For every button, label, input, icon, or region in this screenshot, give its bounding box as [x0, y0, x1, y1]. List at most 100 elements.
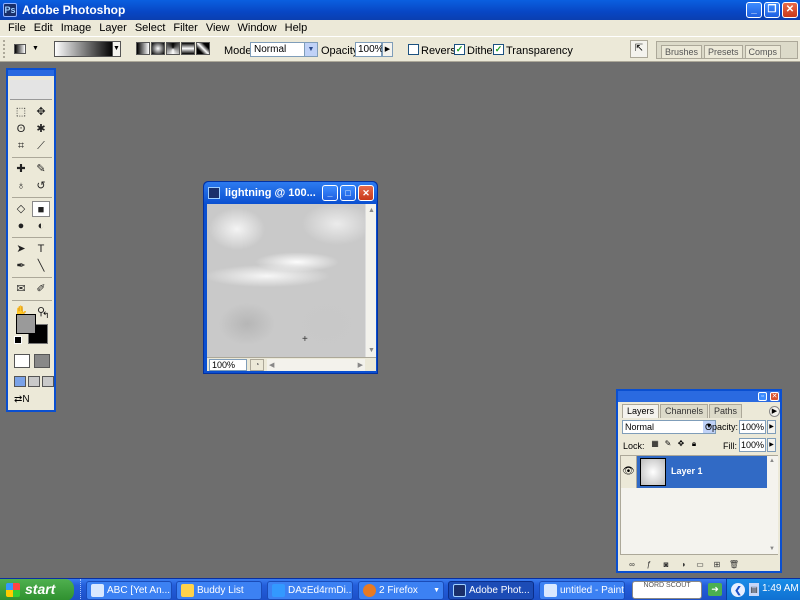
- menu-window[interactable]: Window: [234, 22, 281, 34]
- image-canvas[interactable]: +: [207, 204, 365, 357]
- quick-mask-button[interactable]: [34, 354, 50, 368]
- layer-blend-mode-select[interactable]: Normal ▼: [622, 420, 716, 434]
- add-mask-icon[interactable]: ◙: [660, 559, 672, 570]
- tab-layers[interactable]: Layers: [622, 404, 660, 418]
- standard-mode-button[interactable]: [14, 354, 30, 368]
- palette-well-tab-brushes[interactable]: Brushes: [661, 45, 703, 58]
- options-bar-grip[interactable]: [3, 40, 6, 58]
- tab-channels[interactable]: Channels: [660, 404, 709, 418]
- lock-position-icon[interactable]: ✥: [676, 439, 686, 449]
- document-minimize-button[interactable]: _: [322, 185, 338, 201]
- eraser-tool-icon[interactable]: ◇: [12, 201, 30, 217]
- dodge-tool-icon[interactable]: ◐: [32, 218, 50, 234]
- taskbar-button-abc[interactable]: ABC [Yet An...: [86, 581, 172, 600]
- gradient-picker-dropdown[interactable]: ▼: [112, 41, 121, 57]
- go-arrow-icon[interactable]: ➜: [708, 583, 722, 596]
- status-info-button[interactable]: ◔: [250, 359, 264, 371]
- scroll-right-icon[interactable]: ▶: [358, 361, 363, 369]
- dither-checkbox[interactable]: ✓: [454, 44, 465, 55]
- fill-slider-button[interactable]: ▶: [767, 438, 776, 452]
- jump-to-imageready-button[interactable]: ⇄N: [14, 394, 50, 408]
- app-titlebar[interactable]: Ps Adobe Photoshop _ ❐ ✕: [0, 0, 800, 20]
- file-browser-button[interactable]: ⇱: [630, 40, 648, 58]
- palette-well-tab-comps[interactable]: Comps: [744, 45, 782, 58]
- full-screen-menu-mode-button[interactable]: [28, 376, 40, 387]
- clone-stamp-tool-icon[interactable]: ♁: [12, 178, 30, 194]
- reverse-checkbox[interactable]: [408, 44, 419, 55]
- new-layer-icon[interactable]: ⊞: [711, 559, 723, 570]
- full-screen-mode-button[interactable]: [42, 376, 54, 387]
- menu-view[interactable]: View: [202, 22, 234, 34]
- toolbox-titlebar[interactable]: [8, 70, 54, 76]
- move-tool-icon[interactable]: ✥: [32, 104, 50, 120]
- delete-layer-icon[interactable]: 🗑︎: [728, 559, 740, 570]
- taskbar-button-photoshop[interactable]: Adobe Phot...: [448, 581, 534, 600]
- palette-well-tab-presets[interactable]: Presets: [704, 45, 743, 58]
- diamond-gradient-button[interactable]: [196, 42, 210, 55]
- eyedropper-tool-icon[interactable]: ✐: [32, 281, 50, 297]
- gradient-tool-icon[interactable]: ■: [32, 201, 50, 217]
- restore-button[interactable]: ❐: [764, 2, 780, 18]
- scroll-left-icon[interactable]: ◀: [269, 361, 274, 369]
- opacity-slider-button[interactable]: ▶: [382, 42, 393, 57]
- nord-scout-toolbar-logo[interactable]: NORD SCOUT: [632, 581, 702, 599]
- pen-tool-icon[interactable]: ✒: [12, 258, 30, 274]
- history-brush-tool-icon[interactable]: ↺: [32, 178, 50, 194]
- document-vertical-scrollbar[interactable]: ▲ ▼: [365, 204, 376, 357]
- taskbar-button-buddy-list[interactable]: Buddy List: [176, 581, 262, 600]
- new-group-icon[interactable]: ▭: [694, 559, 706, 570]
- mode-select[interactable]: Normal ▼: [250, 42, 318, 57]
- reflected-gradient-button[interactable]: [181, 42, 195, 55]
- menu-layer[interactable]: Layer: [95, 22, 131, 34]
- tray-app-icon[interactable]: ▤: [749, 583, 759, 596]
- standard-screen-mode-button[interactable]: [14, 376, 26, 387]
- swap-colors-icon[interactable]: ↰: [42, 310, 50, 321]
- layer-style-icon[interactable]: ƒ: [643, 559, 655, 570]
- fill-input[interactable]: 100%: [739, 438, 766, 452]
- lasso-tool-icon[interactable]: ʘ: [12, 121, 30, 137]
- radial-gradient-button[interactable]: [151, 42, 165, 55]
- default-colors-icon[interactable]: [14, 336, 22, 344]
- healing-brush-tool-icon[interactable]: ✚: [12, 161, 30, 177]
- linear-gradient-button[interactable]: [136, 42, 150, 55]
- link-layers-icon[interactable]: ∞: [626, 559, 638, 570]
- document-horizontal-scrollbar[interactable]: ◀ ▶: [267, 359, 365, 371]
- path-selection-tool-icon[interactable]: ➤: [12, 241, 30, 257]
- magic-wand-tool-icon[interactable]: ✱: [32, 121, 50, 137]
- layer-opacity-input[interactable]: 100%: [739, 420, 766, 434]
- scroll-up-icon[interactable]: ▲: [367, 206, 376, 215]
- tab-paths[interactable]: Paths: [709, 404, 743, 418]
- opacity-input[interactable]: 100%: [355, 42, 384, 57]
- start-button[interactable]: start: [0, 579, 74, 600]
- adjustment-layer-icon[interactable]: ◑: [677, 559, 689, 570]
- show-hidden-icons-icon[interactable]: ❮: [731, 583, 745, 597]
- scroll-down-icon[interactable]: ▼: [367, 346, 376, 355]
- zoom-field[interactable]: 100%: [209, 359, 247, 371]
- layer-row[interactable]: 👁︎ Layer 1: [621, 456, 767, 488]
- adobe-online-feather-icon[interactable]: [10, 80, 52, 100]
- palette-minimize-button[interactable]: ▫: [758, 392, 767, 401]
- tool-preset-picker[interactable]: ▼: [12, 41, 44, 58]
- photoshop-app-icon[interactable]: Ps: [3, 3, 17, 17]
- gradient-editor-swatch[interactable]: [54, 41, 114, 57]
- blur-tool-icon[interactable]: ●: [12, 218, 30, 234]
- scroll-up-icon[interactable]: ▲: [769, 458, 775, 464]
- menu-edit[interactable]: Edit: [30, 22, 57, 34]
- layers-palette-titlebar[interactable]: ▫ ✕: [618, 391, 780, 402]
- taskbar-button-dazed[interactable]: DAzEd4rmDi...: [267, 581, 353, 600]
- notes-tool-icon[interactable]: ✉: [12, 281, 30, 297]
- lock-transparency-icon[interactable]: ▦: [650, 439, 660, 449]
- marquee-tool-icon[interactable]: ⬚: [12, 104, 30, 120]
- document-close-button[interactable]: ✕: [358, 185, 374, 201]
- layer-opacity-slider-button[interactable]: ▶: [767, 420, 776, 434]
- menu-filter[interactable]: Filter: [169, 22, 201, 34]
- palette-close-button[interactable]: ✕: [770, 392, 779, 401]
- transparency-checkbox[interactable]: ✓: [493, 44, 504, 55]
- clock[interactable]: 1:49 AM: [762, 583, 799, 594]
- taskbar-button-paint[interactable]: untitled - Paint: [539, 581, 625, 600]
- crop-tool-icon[interactable]: ⌗: [12, 138, 30, 154]
- menu-select[interactable]: Select: [131, 22, 170, 34]
- lock-pixels-icon[interactable]: ✎: [663, 439, 673, 449]
- menu-help[interactable]: Help: [281, 22, 312, 34]
- brush-tool-icon[interactable]: ✎: [32, 161, 50, 177]
